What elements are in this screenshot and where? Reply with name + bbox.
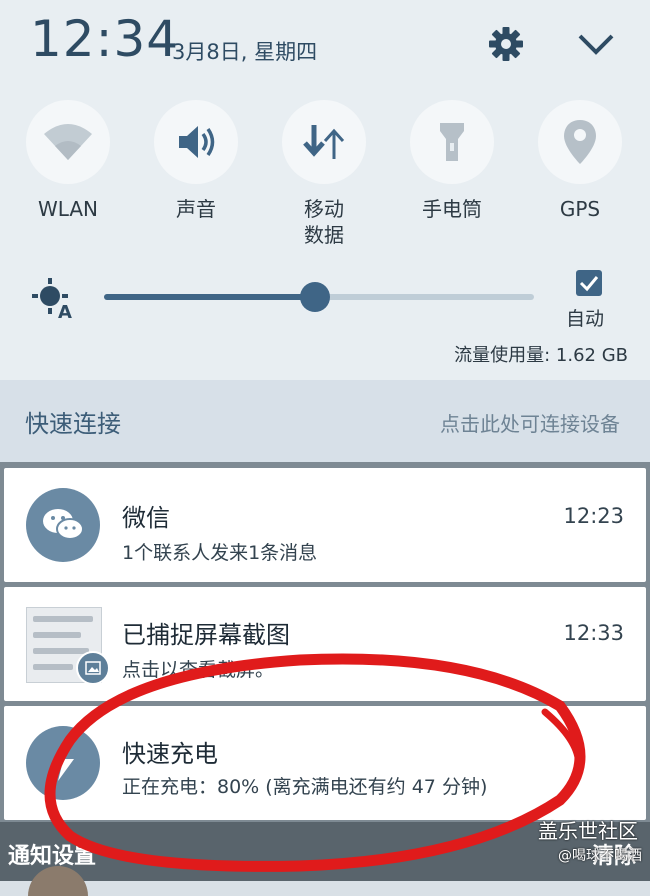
- tile-wlan[interactable]: WLAN: [8, 100, 128, 222]
- brightness-slider-fill: [104, 294, 315, 300]
- watermark-user: @喝球不喝酒: [558, 848, 642, 864]
- notification-fast-charge[interactable]: 快速充电 正在充电：80% (离充满电还有约 47 分钟): [4, 706, 646, 820]
- svg-text:A: A: [58, 302, 72, 322]
- tile-mobile-data[interactable]: 移动 数据: [264, 100, 384, 248]
- avatar: [28, 866, 88, 896]
- flashlight-icon: [440, 123, 464, 161]
- watermark-logo: 盖乐世社区: [538, 819, 638, 843]
- settings-button[interactable]: [484, 22, 528, 66]
- clock: 12:34: [30, 10, 180, 68]
- brightness-auto-icon: A: [30, 276, 76, 323]
- notification-screenshot[interactable]: 已捕捉屏幕截图 点击以查看截屏。 12:33: [4, 587, 646, 701]
- wifi-icon: [44, 124, 92, 160]
- notification-title: 快速充电: [122, 740, 218, 768]
- chevron-down-icon: [578, 34, 614, 55]
- sound-toggle[interactable]: [154, 100, 238, 184]
- notification-time: 12:23: [563, 504, 624, 528]
- quick-settings-panel: 12:34 3月8日, 星期四 WLAN 声音 移动 数据 手电筒 GPS A …: [0, 0, 650, 380]
- tile-label: 声音: [176, 197, 216, 221]
- gps-toggle[interactable]: [538, 100, 622, 184]
- notification-body: 点击以查看截屏。: [122, 659, 275, 681]
- tile-label: WLAN: [37, 197, 99, 221]
- tile-gps[interactable]: GPS: [520, 100, 640, 222]
- check-icon: [579, 276, 599, 292]
- quick-connect-link[interactable]: 点击此处可连接设备: [440, 408, 620, 437]
- tile-label: GPS: [559, 197, 601, 221]
- mobile-data-icon: [303, 125, 345, 159]
- notification-settings-button[interactable]: 通知设置: [8, 838, 96, 870]
- flashlight-toggle[interactable]: [410, 100, 494, 184]
- brightness-slider[interactable]: [104, 282, 534, 312]
- date: 3月8日, 星期四: [172, 40, 318, 64]
- tile-label: 移动 数据: [304, 197, 344, 247]
- data-usage-text: 流量使用量: 1.62 GB: [454, 345, 628, 366]
- quick-connect-bar[interactable]: 快速连接 点击此处可连接设备: [0, 380, 650, 462]
- notification-title: 微信: [122, 504, 170, 532]
- wlan-toggle[interactable]: [26, 100, 110, 184]
- gear-icon: [489, 27, 523, 61]
- quick-connect-title: 快速连接: [25, 410, 121, 438]
- brightness-slider-thumb[interactable]: [299, 282, 330, 312]
- speaker-icon: [179, 126, 215, 158]
- notification-wechat[interactable]: 微信 1个联系人发来1条消息 12:23: [4, 468, 646, 582]
- notification-time: 12:33: [563, 621, 624, 645]
- notification-title: 已捕捉屏幕截图: [122, 621, 290, 649]
- charging-icon: [26, 726, 100, 800]
- location-pin-icon: [564, 120, 596, 164]
- tile-sound[interactable]: 声音: [136, 100, 256, 222]
- gallery-icon: [76, 651, 110, 685]
- mobile-data-toggle[interactable]: [282, 100, 366, 184]
- tile-label: 手电筒: [422, 197, 482, 221]
- auto-brightness-label: 自动: [566, 308, 605, 330]
- tile-flashlight[interactable]: 手电筒: [392, 100, 512, 222]
- wechat-icon: [26, 488, 100, 562]
- notification-body: 1个联系人发来1条消息: [122, 542, 318, 564]
- notification-body: 正在充电：80% (离充满电还有约 47 分钟): [122, 776, 488, 798]
- collapse-button[interactable]: [574, 26, 618, 62]
- auto-brightness-checkbox[interactable]: [576, 270, 602, 296]
